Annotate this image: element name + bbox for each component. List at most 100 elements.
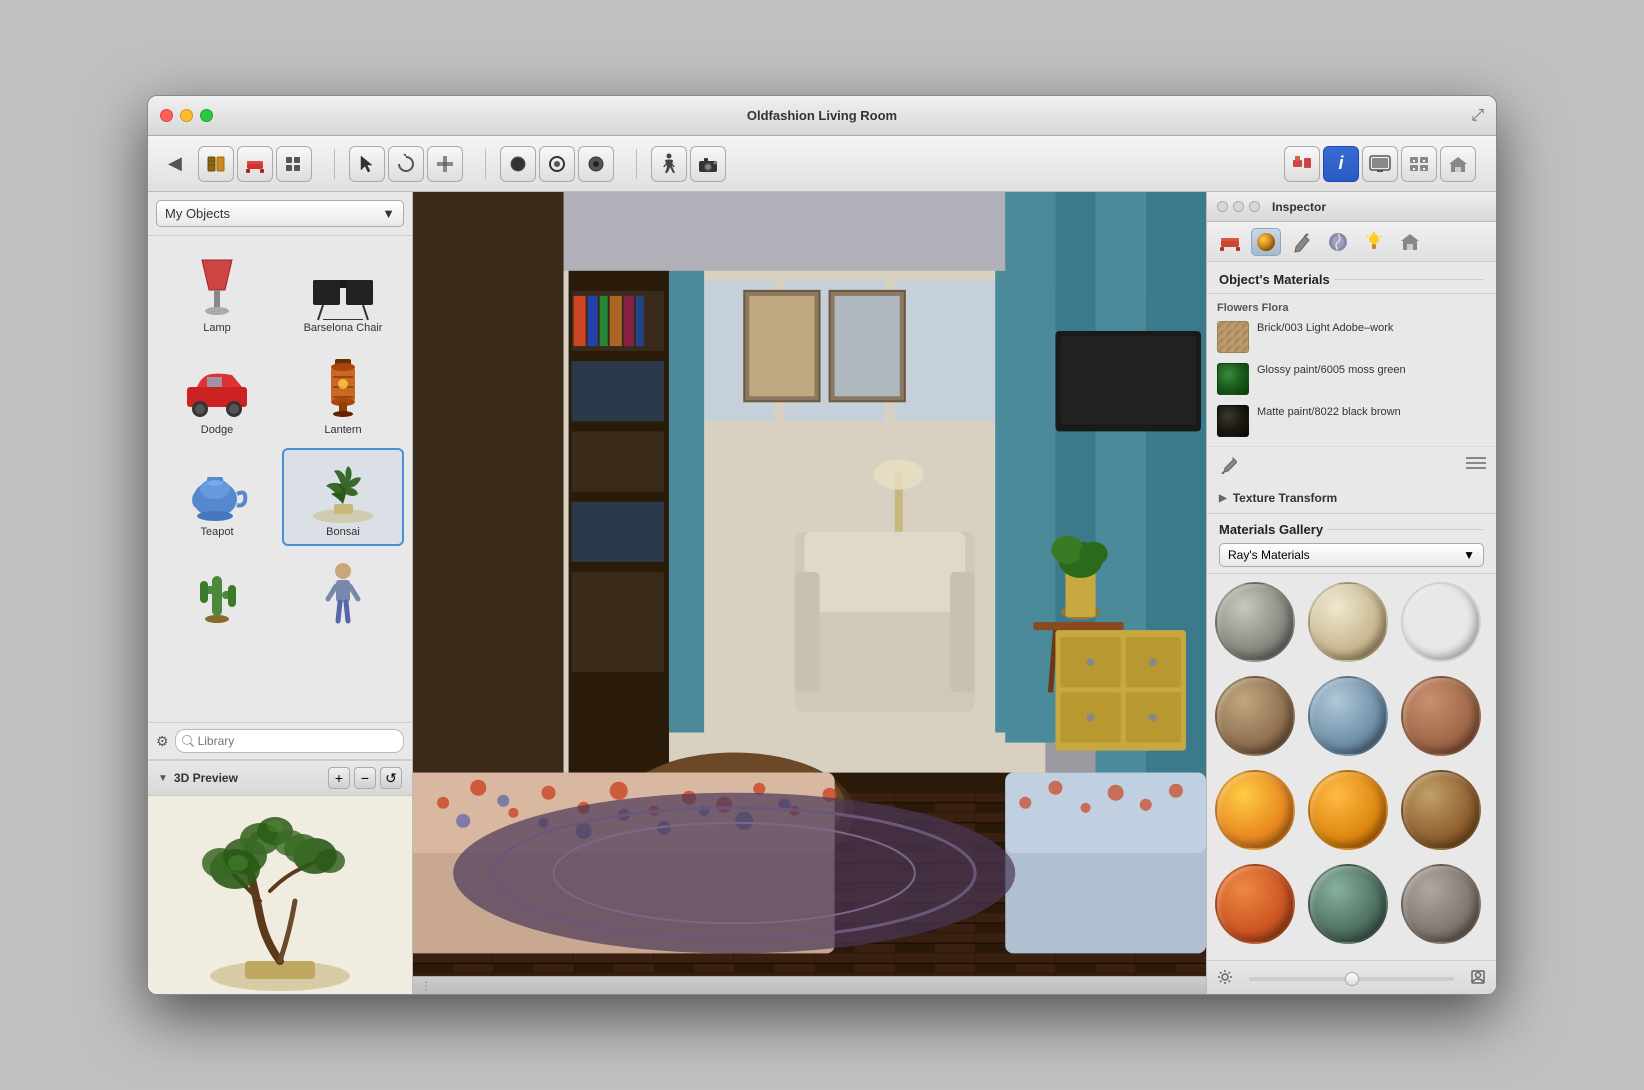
object-item-dodge[interactable]: Dodge	[156, 346, 278, 444]
files-button[interactable]	[198, 146, 234, 182]
lamp-label: Lamp	[203, 322, 231, 334]
inspector-tools-row	[1207, 446, 1496, 483]
preview-collapse-icon[interactable]: ▼	[158, 773, 168, 784]
inspector-titlebar: Inspector	[1207, 192, 1496, 222]
refresh-button[interactable]: ↺	[380, 767, 402, 789]
preview-title: 3D Preview	[174, 771, 238, 785]
swatch-gray-stone[interactable]	[1401, 864, 1481, 944]
swatch-blue-argyle[interactable]	[1308, 676, 1388, 756]
furniture-button[interactable]	[237, 146, 273, 182]
close-button[interactable]	[160, 109, 173, 122]
back-button[interactable]: ◀	[160, 149, 190, 178]
barcelona-chair-label: Barselona Chair	[304, 322, 383, 334]
object-item-lamp[interactable]: Lamp	[156, 244, 278, 342]
inspector-max-button[interactable]	[1249, 201, 1260, 212]
select-tool-button[interactable]	[349, 146, 385, 182]
texture-transform-section[interactable]: ▶ Texture Transform	[1207, 483, 1496, 514]
title-bar: Oldfashion Living Room ⤢	[148, 96, 1496, 136]
person-icon	[303, 558, 383, 628]
swatch-orange-medium[interactable]	[1308, 770, 1388, 850]
material-item-moss[interactable]: Glossy paint/6005 moss green	[1207, 358, 1496, 400]
gallery-title: Materials Gallery	[1219, 522, 1484, 537]
inspector-house-tab[interactable]	[1395, 228, 1425, 256]
materials-gallery-section: Materials Gallery Ray's Materials ▼	[1207, 514, 1496, 995]
inspector-edit-tab[interactable]	[1287, 228, 1317, 256]
zoom-out-button[interactable]: −	[354, 767, 376, 789]
rotate-tool-button[interactable]	[388, 146, 424, 182]
objects-dropdown[interactable]: My Objects ▼	[156, 200, 404, 227]
bonsai-icon	[303, 456, 383, 526]
inspector-furniture-tab[interactable]	[1215, 228, 1245, 256]
eyedropper-button[interactable]	[1217, 453, 1241, 477]
object-library-button[interactable]	[1284, 146, 1320, 182]
gallery-slider[interactable]	[1249, 977, 1454, 981]
brick-material-name: Brick/003 Light Adobe–work	[1257, 321, 1486, 336]
objects-materials-title: Object's Materials	[1219, 272, 1330, 287]
main-toolbar: ◀	[148, 136, 1496, 192]
object-item-cactus[interactable]	[156, 550, 278, 636]
swatch-wood-grain[interactable]	[1401, 770, 1481, 850]
move-tool-button[interactable]	[427, 146, 463, 182]
swatch-red-floral[interactable]	[1401, 582, 1481, 662]
inspector-close-button[interactable]	[1217, 201, 1228, 212]
object-item-person[interactable]	[282, 550, 404, 636]
cactus-icon	[177, 558, 257, 628]
preview-canvas	[148, 796, 412, 995]
inspector-sphere-tab[interactable]	[1251, 228, 1281, 256]
inspector-traffic-lights	[1217, 201, 1260, 212]
gallery-title-label: Materials Gallery	[1219, 522, 1323, 537]
zoom-in-button[interactable]: +	[328, 767, 350, 789]
gallery-header: Materials Gallery Ray's Materials ▼	[1207, 514, 1496, 574]
preview-header: ▼ 3D Preview + − ↺	[148, 760, 412, 796]
maximize-button[interactable]	[200, 109, 213, 122]
settings-button[interactable]	[1401, 146, 1437, 182]
swatch-rust-fabric[interactable]	[1401, 676, 1481, 756]
scene-area[interactable]: ⋮	[413, 192, 1206, 995]
search-gear-icon[interactable]: ⚙	[156, 733, 169, 750]
dodge-label: Dodge	[201, 424, 233, 436]
resize-icon[interactable]: ⤢	[1471, 107, 1484, 125]
inspector-light-tab[interactable]	[1359, 228, 1389, 256]
main-content: My Objects ▼ Lamp	[148, 192, 1496, 995]
object-item-barcelona-chair[interactable]: Barselona Chair	[282, 244, 404, 342]
gallery-user-button[interactable]	[1470, 969, 1486, 988]
list-view-button[interactable]	[276, 146, 312, 182]
dropdown-arrow-icon: ▼	[382, 206, 395, 221]
materials-menu-button[interactable]	[1466, 456, 1486, 475]
gallery-settings-button[interactable]	[1217, 969, 1233, 988]
preview-panel: ▼ 3D Preview + − ↺	[148, 759, 412, 995]
inspector-effects-tab[interactable]	[1323, 228, 1353, 256]
gallery-slider-thumb	[1345, 972, 1359, 986]
info-button[interactable]: i	[1323, 146, 1359, 182]
materials-list: Flowers Flora Brick/003 Light Adobe–work…	[1207, 294, 1496, 446]
render-button[interactable]	[500, 146, 536, 182]
swatch-gray-floral[interactable]	[1215, 582, 1295, 662]
swatch-cream-floral[interactable]	[1308, 582, 1388, 662]
material-item-brick[interactable]: Brick/003 Light Adobe–work	[1207, 316, 1496, 358]
full-render-button[interactable]	[578, 146, 614, 182]
gallery-dropdown[interactable]: Ray's Materials ▼	[1219, 543, 1484, 567]
object-item-bonsai[interactable]: Bonsai	[282, 448, 404, 546]
display-button[interactable]	[1362, 146, 1398, 182]
teapot-icon	[177, 456, 257, 526]
preview-button[interactable]	[539, 146, 575, 182]
material-item-matte-black[interactable]: Matte paint/8022 black brown	[1207, 400, 1496, 442]
matte-black-swatch	[1217, 405, 1249, 437]
swatch-orange-bright[interactable]	[1215, 770, 1295, 850]
walk-button[interactable]	[651, 146, 687, 182]
left-sidebar: My Objects ▼ Lamp	[148, 192, 413, 995]
flowers-flora-label: Flowers Flora	[1217, 302, 1289, 314]
object-item-teapot[interactable]: Teapot	[156, 448, 278, 546]
objects-dropdown-label: My Objects	[165, 206, 230, 221]
swatch-orange-dark[interactable]	[1215, 864, 1295, 944]
camera-button[interactable]	[690, 146, 726, 182]
home-button[interactable]	[1440, 146, 1476, 182]
search-input[interactable]	[175, 729, 404, 753]
object-item-lantern[interactable]: Lantern	[282, 346, 404, 444]
scene-bottom-bar: ⋮	[413, 976, 1206, 995]
room-scene	[413, 192, 1206, 995]
swatch-teal-fabric[interactable]	[1308, 864, 1388, 944]
minimize-button[interactable]	[180, 109, 193, 122]
swatch-brown-damask[interactable]	[1215, 676, 1295, 756]
inspector-min-button[interactable]	[1233, 201, 1244, 212]
